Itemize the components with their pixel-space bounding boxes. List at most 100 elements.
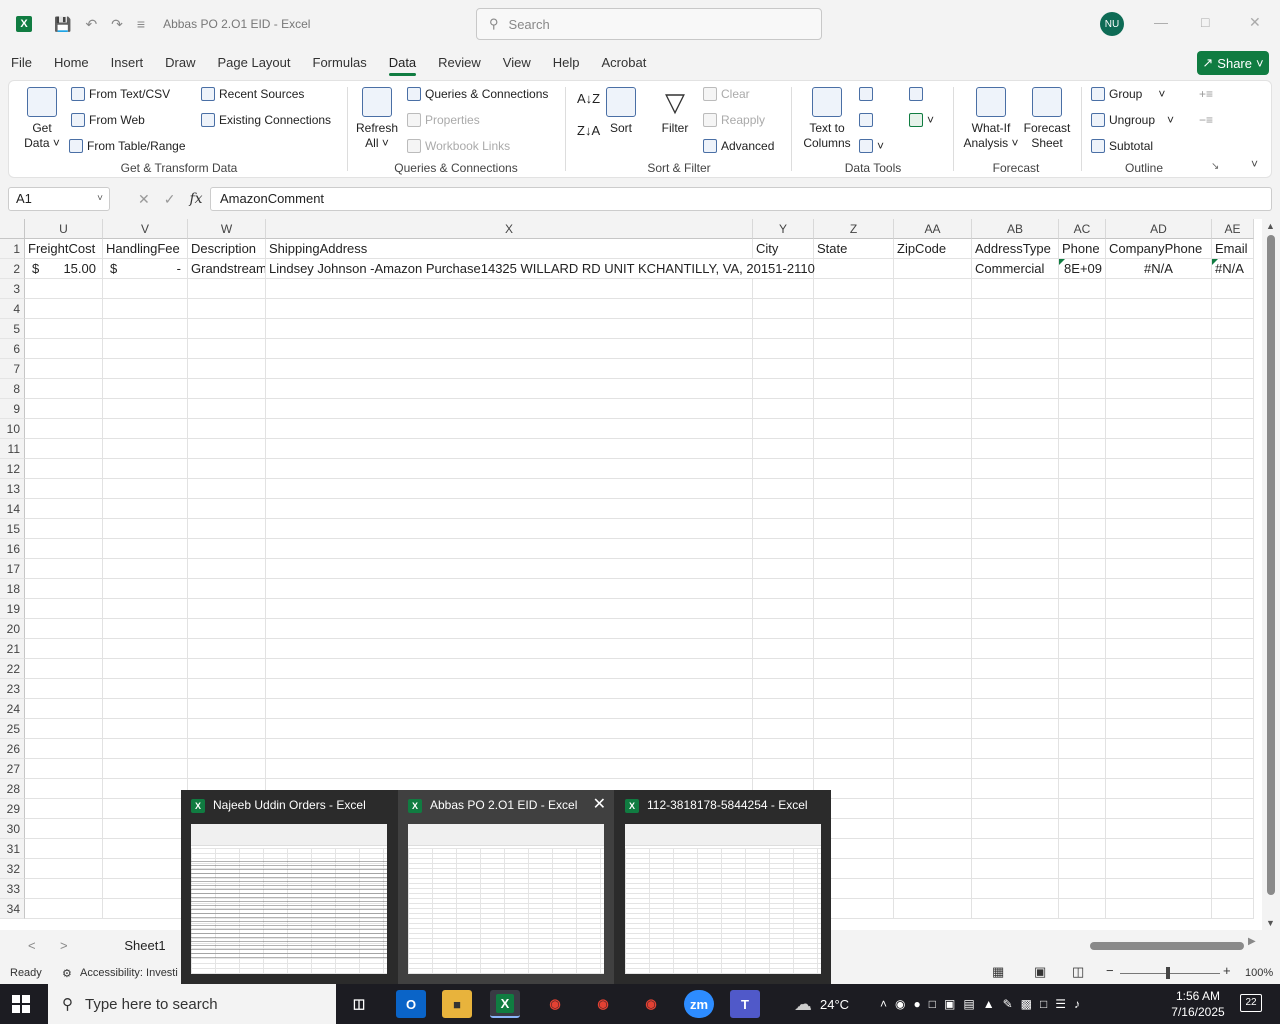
grid-cell[interactable] — [266, 539, 753, 559]
grid-cell[interactable] — [188, 579, 266, 599]
grid-cell[interactable] — [894, 759, 972, 779]
grid-cell[interactable] — [103, 319, 188, 339]
grid-cell[interactable] — [1059, 739, 1106, 759]
column-header-z[interactable]: Z — [814, 219, 894, 239]
cell-description[interactable]: Grandstream — [188, 259, 266, 279]
grid-cell[interactable] — [1212, 299, 1254, 319]
enter-check-icon[interactable]: ✓ — [164, 191, 176, 208]
grid-cell[interactable] — [103, 879, 188, 899]
row-header[interactable]: 18 — [0, 579, 25, 599]
grid-cell[interactable] — [1212, 679, 1254, 699]
prev-sheet-icon[interactable]: < — [28, 938, 36, 953]
grid-cell[interactable] — [25, 639, 103, 659]
grid-cell[interactable] — [1106, 539, 1212, 559]
grid-cell[interactable] — [894, 639, 972, 659]
grid-cell[interactable] — [25, 899, 103, 919]
next-sheet-icon[interactable]: > — [60, 938, 68, 953]
grid-cell[interactable] — [1212, 599, 1254, 619]
remove-duplicates-icon[interactable] — [859, 113, 873, 127]
grid-cell[interactable] — [753, 579, 814, 599]
zoom-tray-icon[interactable]: ● — [914, 997, 921, 1011]
grid-cell[interactable] — [753, 719, 814, 739]
row-header[interactable]: 16 — [0, 539, 25, 559]
grid-cell[interactable] — [972, 479, 1059, 499]
redo-icon[interactable]: ↷ — [111, 16, 123, 33]
column-header-x[interactable]: X — [266, 219, 753, 239]
grid-cell[interactable] — [814, 579, 894, 599]
header-cell-aa[interactable]: ZipCode — [894, 239, 972, 259]
grid-cell[interactable] — [1212, 719, 1254, 739]
grid-cell[interactable] — [25, 359, 103, 379]
grid-cell[interactable] — [103, 599, 188, 619]
cell-freight-cost[interactable]: $15.00 — [25, 259, 103, 279]
cell-email[interactable]: #N/A — [1212, 259, 1254, 279]
grid-cell[interactable] — [103, 339, 188, 359]
grid-cell[interactable] — [1106, 419, 1212, 439]
grid-cell[interactable] — [894, 419, 972, 439]
teams-icon[interactable]: T — [730, 990, 760, 1018]
grid-cell[interactable] — [753, 599, 814, 619]
grid-cell[interactable] — [1106, 479, 1212, 499]
grid-cell[interactable] — [894, 819, 972, 839]
grid-cell[interactable] — [1212, 899, 1254, 919]
grid-cell[interactable] — [1106, 779, 1212, 799]
grid-cell[interactable] — [103, 359, 188, 379]
grid-cell[interactable] — [103, 499, 188, 519]
cell-shipping-address[interactable]: Lindsey Johnson -Amazon Purchase14325 WI… — [266, 259, 815, 279]
cancel-icon[interactable]: ✕ — [138, 191, 150, 208]
grid-cell[interactable] — [814, 259, 894, 279]
thumbnail-window-1[interactable]: X Najeeb Uddin Orders - Excel — [181, 790, 397, 984]
grid-cell[interactable] — [894, 719, 972, 739]
grid-cell[interactable] — [972, 879, 1059, 899]
outlook-tray-icon[interactable]: □ — [929, 997, 936, 1011]
grid-cell[interactable] — [972, 799, 1059, 819]
grid-cell[interactable] — [972, 859, 1059, 879]
grid-cell[interactable] — [1106, 359, 1212, 379]
grid-cell[interactable] — [266, 299, 753, 319]
grid-cell[interactable] — [894, 559, 972, 579]
grid-cell[interactable] — [103, 659, 188, 679]
header-cell-u[interactable]: FreightCost — [25, 239, 103, 259]
row-header[interactable]: 27 — [0, 759, 25, 779]
grid-cell[interactable] — [1212, 479, 1254, 499]
forecast-sheet-button[interactable]: Forecast Sheet — [1023, 87, 1071, 151]
grid-cell[interactable] — [103, 799, 188, 819]
grid-cell[interactable] — [25, 879, 103, 899]
grid-cell[interactable] — [25, 459, 103, 479]
grid-cell[interactable] — [25, 659, 103, 679]
header-cell-ae[interactable]: Email — [1212, 239, 1254, 259]
grid-cell[interactable] — [103, 859, 188, 879]
grid-cell[interactable] — [1106, 619, 1212, 639]
grid-cell[interactable] — [894, 539, 972, 559]
grid-cell[interactable] — [972, 459, 1059, 479]
grid-cell[interactable] — [103, 839, 188, 859]
grid-cell[interactable] — [894, 879, 972, 899]
close-window-icon[interactable]: ✕ — [1249, 14, 1261, 31]
grid-cell[interactable] — [814, 439, 894, 459]
select-all-corner[interactable] — [0, 219, 25, 239]
grid-cell[interactable] — [1106, 279, 1212, 299]
grid-cell[interactable] — [1212, 659, 1254, 679]
advanced-button[interactable]: Advanced — [703, 139, 774, 153]
grid-cell[interactable] — [972, 339, 1059, 359]
grid-cell[interactable] — [1059, 699, 1106, 719]
zoom-slider-thumb[interactable] — [1166, 967, 1170, 979]
grid-cell[interactable] — [814, 559, 894, 579]
grid-cell[interactable] — [1106, 459, 1212, 479]
grid-cell[interactable] — [25, 739, 103, 759]
grid-cell[interactable] — [266, 339, 753, 359]
chrome-icon-1[interactable]: ◉ — [540, 990, 570, 1018]
grid-cell[interactable] — [266, 499, 753, 519]
tab-view[interactable]: View — [492, 50, 542, 76]
grid-cell[interactable] — [972, 699, 1059, 719]
grid-cell[interactable] — [266, 659, 753, 679]
grid-cell[interactable] — [972, 599, 1059, 619]
what-if-analysis-button[interactable]: What-If Analysis ˅ — [961, 87, 1021, 151]
grid-cell[interactable] — [188, 519, 266, 539]
grid-cell[interactable] — [972, 639, 1059, 659]
tab-help[interactable]: Help — [542, 50, 591, 76]
column-header-ac[interactable]: AC — [1059, 219, 1106, 239]
save-icon[interactable]: 💾 — [54, 16, 71, 33]
grid-cell[interactable] — [1212, 879, 1254, 899]
taskbar-clock[interactable]: 1:56 AM 7/16/2025 — [1166, 988, 1230, 1020]
